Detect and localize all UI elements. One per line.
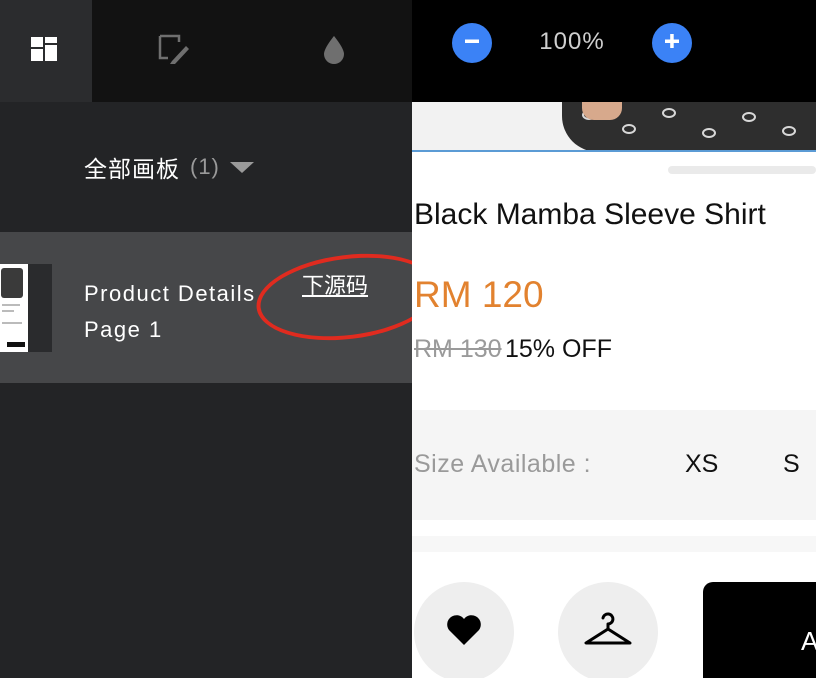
tab-artboards[interactable] bbox=[0, 0, 92, 102]
tab-color[interactable] bbox=[256, 0, 412, 102]
zoom-toolbar: 100% bbox=[412, 0, 816, 102]
add-to-cart-button[interactable]: A bbox=[703, 582, 816, 678]
dashboard-icon bbox=[31, 35, 61, 68]
zoom-in-button[interactable] bbox=[652, 23, 692, 63]
hand-photo bbox=[582, 102, 622, 120]
artboard-title-line1: Product Details bbox=[84, 281, 256, 306]
left-panel: 全部画板 (1) Product Details Page 1 下源码 bbox=[0, 0, 445, 678]
edit-brush-icon bbox=[157, 33, 191, 70]
panel-tabs bbox=[0, 0, 412, 102]
product-price: RM 120 bbox=[414, 274, 544, 315]
product-image bbox=[412, 102, 816, 152]
preview-panel: 100% Black Mamba Sleeve Shirt RM 120 RM … bbox=[412, 0, 816, 678]
original-price: RM 130 bbox=[414, 335, 502, 363]
section-divider bbox=[412, 536, 816, 552]
water-drop-icon bbox=[322, 34, 346, 69]
discount-badge: 15% OFF bbox=[505, 335, 612, 363]
zoom-level: 100% bbox=[539, 28, 605, 55]
thumbnail-shirt bbox=[1, 268, 23, 298]
zoom-out-button[interactable] bbox=[452, 23, 492, 63]
hanger-button[interactable] bbox=[558, 582, 658, 678]
plus-icon bbox=[662, 31, 682, 56]
size-selector: Size Available : XS S bbox=[412, 410, 816, 520]
app-root: 全部画板 (1) Product Details Page 1 下源码 100%… bbox=[0, 0, 816, 678]
caret-down-icon bbox=[229, 161, 254, 173]
download-source-link[interactable]: 下源码 bbox=[302, 268, 368, 300]
size-label: Size Available : bbox=[414, 450, 592, 478]
minus-icon bbox=[462, 31, 482, 56]
size-option-xs[interactable]: XS bbox=[685, 450, 718, 479]
artboard-title-line2: Page 1 bbox=[84, 317, 163, 342]
product-name: Black Mamba Sleeve Shirt bbox=[414, 198, 766, 231]
tab-edit[interactable] bbox=[92, 0, 256, 102]
artboard-thumbnail bbox=[0, 264, 52, 352]
hanger-icon bbox=[583, 610, 633, 655]
artboard-filter-label: 全部画板 bbox=[84, 156, 180, 182]
artboard-count: (1) bbox=[190, 154, 220, 179]
scroll-indicator[interactable] bbox=[668, 166, 816, 174]
wishlist-button[interactable] bbox=[414, 582, 514, 678]
heart-icon bbox=[446, 614, 482, 651]
size-option-s[interactable]: S bbox=[783, 450, 800, 479]
artboard-title: Product Details Page 1 bbox=[84, 276, 284, 348]
artboard-filter[interactable]: 全部画板 (1) bbox=[84, 150, 254, 184]
